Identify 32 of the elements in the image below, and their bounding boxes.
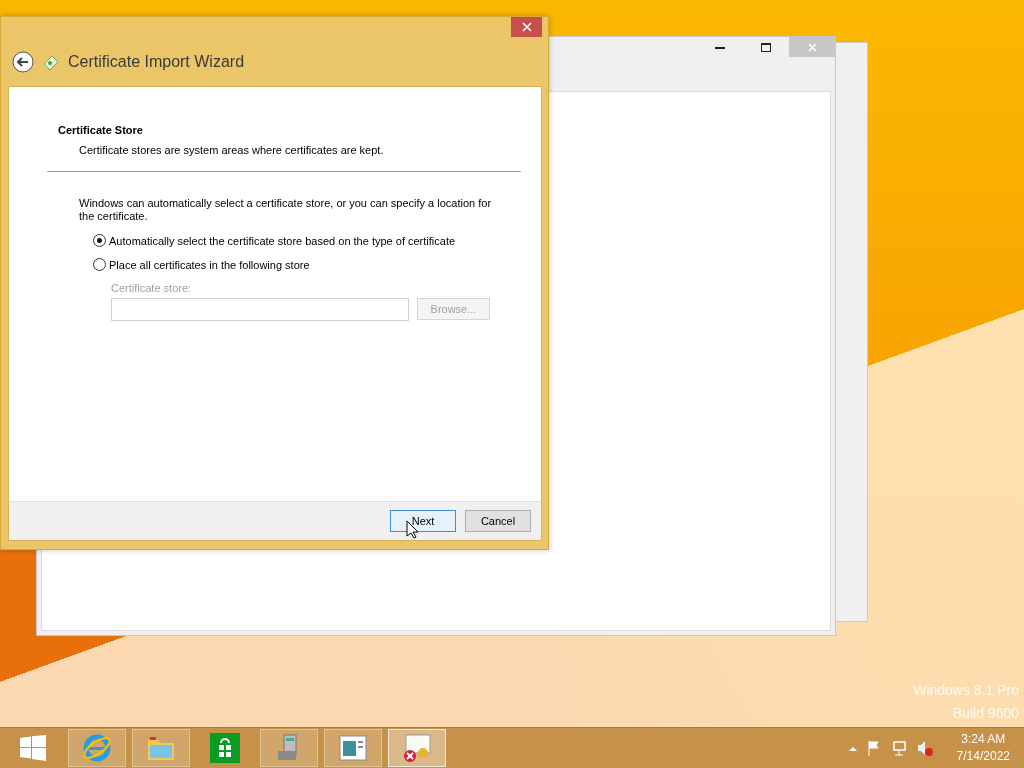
taskbar-app[interactable]: [324, 729, 382, 767]
store-field[interactable]: [111, 298, 409, 321]
windows-logo-icon: [20, 735, 46, 761]
certificate-icon: [42, 53, 60, 70]
taskbar-app[interactable]: [388, 729, 446, 767]
back-icon[interactable]: [12, 50, 34, 73]
speaker-muted-icon[interactable]: [916, 740, 933, 756]
desktop-text: Build 9600: [952, 704, 1019, 723]
radio-option[interactable]: Place all certificates in the following store: [93, 258, 521, 271]
minimize-icon[interactable]: [715, 45, 725, 49]
caret-up-icon[interactable]: [848, 745, 857, 751]
page-description: Certificate stores are system areas where certificates are kept.: [79, 144, 385, 156]
field-label: Certificate store:: [111, 282, 193, 294]
network-icon[interactable]: [890, 740, 907, 756]
folder-icon: [146, 734, 176, 762]
close-icon: [807, 42, 817, 52]
taskbar-app[interactable]: [260, 729, 318, 767]
flag-icon[interactable]: [866, 740, 881, 756]
dialog-button[interactable]: Cancel: [465, 510, 531, 532]
certificate-error-icon: [401, 733, 433, 763]
page-heading: Certificate Store: [58, 124, 144, 136]
intro-text: Windows can automatically select a certificate store, or you can specify a location for the certificate.: [79, 197, 493, 223]
window-title: Certificate Import Wizard: [68, 52, 245, 71]
maximize-icon[interactable]: [761, 42, 771, 52]
close-button[interactable]: [511, 17, 542, 37]
letter-e-icon: [81, 732, 113, 764]
dialog-button[interactable]: Next: [390, 510, 456, 532]
desktop-text: Windows 8.1 Pro: [913, 681, 1019, 700]
document-window-icon: [338, 734, 368, 762]
radio-option[interactable]: Automatically select the certificate store based on the type of certificate: [93, 234, 521, 247]
close-icon: [521, 22, 532, 32]
shopping-bag-icon: [210, 733, 240, 763]
